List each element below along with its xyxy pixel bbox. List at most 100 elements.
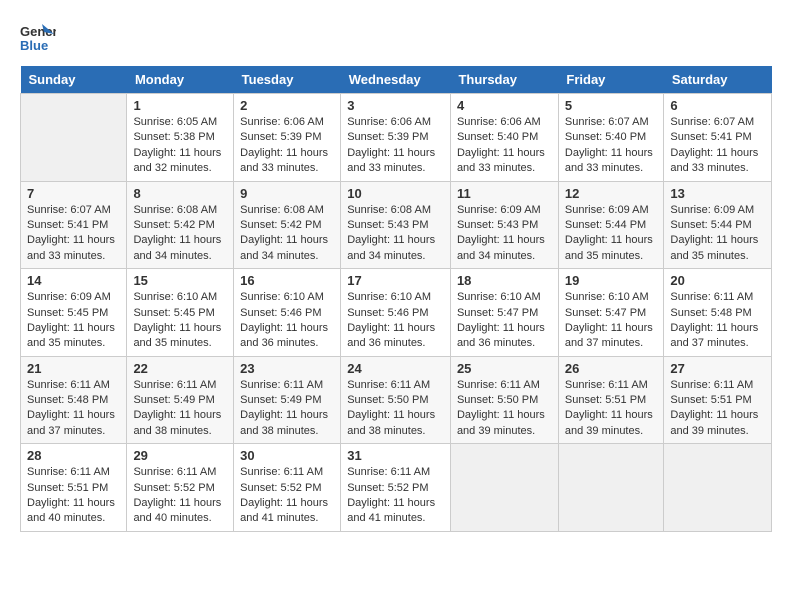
day-info: Sunrise: 6:10 AM Sunset: 5:46 PM Dayligh… [347,290,444,352]
calendar-cell: 20Sunrise: 6:11 AM Sunset: 5:48 PM Dayli… [664,269,772,357]
day-info: Sunrise: 6:08 AM Sunset: 5:42 PM Dayligh… [240,203,334,265]
calendar-cell: 22 Sunrise: 6:11 AM Sunset: 5:49 PM Dayli… [127,356,234,444]
day-info: Sunrise: 6:11 AM Sunset: 5:48 PM Dayligh… [27,378,120,440]
day-number: 23 [240,361,334,376]
day-info: Sunrise: 6:11 AM Sunset: 5:51 PM Dayligh… [27,465,120,527]
day-info: Sunrise: 6:08 AM Sunset: 5:42 PM Dayligh… [133,203,227,265]
calendar-header: SundayMondayTuesdayWednesdayThursdayFrid… [21,66,772,94]
calendar-cell [450,444,558,532]
header-day-saturday: Saturday [664,66,772,94]
calendar-cell: 9 Sunrise: 6:08 AM Sunset: 5:42 PM Daylig… [234,181,341,269]
header-day-wednesday: Wednesday [341,66,451,94]
calendar-cell: 27 Sunrise: 6:11 AM Sunset: 5:51 PM Dayli… [664,356,772,444]
calendar-cell: 18 Sunrise: 6:10 AM Sunset: 5:47 PM Dayli… [450,269,558,357]
day-info: Sunrise: 6:07 AM Sunset: 5:41 PM Dayligh… [670,115,765,177]
calendar-cell: 5 Sunrise: 6:07 AM Sunset: 5:40 PM Daylig… [558,94,664,182]
day-info: Sunrise: 6:05 AM Sunset: 5:38 PM Dayligh… [133,115,227,177]
svg-text:Blue: Blue [20,38,48,53]
day-number: 17 [347,273,444,288]
day-number: 27 [670,361,765,376]
day-number: 24 [347,361,444,376]
calendar-cell: 13Sunrise: 6:09 AM Sunset: 5:44 PM Dayli… [664,181,772,269]
day-info: Sunrise: 6:10 AM Sunset: 5:46 PM Dayligh… [240,290,334,352]
day-number: 18 [457,273,552,288]
day-number: 2 [240,98,334,113]
day-info: Sunrise: 6:11 AM Sunset: 5:49 PM Dayligh… [240,378,334,440]
day-number: 29 [133,448,227,463]
day-info: Sunrise: 6:06 AM Sunset: 5:39 PM Dayligh… [347,115,444,177]
calendar-cell: 6 Sunrise: 6:07 AM Sunset: 5:41 PM Daylig… [664,94,772,182]
day-info: Sunrise: 6:09 AM Sunset: 5:45 PM Dayligh… [27,290,120,352]
calendar-table: SundayMondayTuesdayWednesdayThursdayFrid… [20,66,772,532]
day-number: 12 [565,186,658,201]
calendar-cell: 30 Sunrise: 6:11 AM Sunset: 5:52 PM Dayli… [234,444,341,532]
day-number: 20 [670,273,765,288]
calendar-cell: 1Sunrise: 6:05 AM Sunset: 5:38 PM Daylig… [127,94,234,182]
day-number: 21 [27,361,120,376]
day-number: 10 [347,186,444,201]
calendar-week-4: 21 Sunrise: 6:11 AM Sunset: 5:48 PM Dayli… [21,356,772,444]
day-info: Sunrise: 6:11 AM Sunset: 5:52 PM Dayligh… [133,465,227,527]
calendar-cell: 12Sunrise: 6:09 AM Sunset: 5:44 PM Dayli… [558,181,664,269]
day-number: 14 [27,273,120,288]
calendar-cell: 10 Sunrise: 6:08 AM Sunset: 5:43 PM Dayli… [341,181,451,269]
logo-svg: GeneralBlue [20,20,56,56]
logo: GeneralBlue [20,20,56,56]
header-day-thursday: Thursday [450,66,558,94]
day-number: 9 [240,186,334,201]
calendar-cell [664,444,772,532]
day-info: Sunrise: 6:11 AM Sunset: 5:51 PM Dayligh… [670,378,765,440]
day-info: Sunrise: 6:06 AM Sunset: 5:39 PM Dayligh… [240,115,334,177]
day-number: 22 [133,361,227,376]
calendar-week-3: 14 Sunrise: 6:09 AM Sunset: 5:45 PM Dayli… [21,269,772,357]
header-day-friday: Friday [558,66,664,94]
day-info: Sunrise: 6:06 AM Sunset: 5:40 PM Dayligh… [457,115,552,177]
day-info: Sunrise: 6:11 AM Sunset: 5:51 PM Dayligh… [565,378,658,440]
day-number: 7 [27,186,120,201]
calendar-cell [558,444,664,532]
day-info: Sunrise: 6:07 AM Sunset: 5:40 PM Dayligh… [565,115,658,177]
day-number: 15 [133,273,227,288]
day-number: 26 [565,361,658,376]
day-number: 3 [347,98,444,113]
calendar-cell: 19 Sunrise: 6:10 AM Sunset: 5:47 PM Dayli… [558,269,664,357]
calendar-week-5: 28Sunrise: 6:11 AM Sunset: 5:51 PM Dayli… [21,444,772,532]
calendar-cell [21,94,127,182]
header-day-tuesday: Tuesday [234,66,341,94]
calendar-week-2: 7 Sunrise: 6:07 AM Sunset: 5:41 PM Daylig… [21,181,772,269]
day-number: 19 [565,273,658,288]
day-number: 6 [670,98,765,113]
day-number: 11 [457,186,552,201]
day-info: Sunrise: 6:11 AM Sunset: 5:49 PM Dayligh… [133,378,227,440]
calendar-cell: 21 Sunrise: 6:11 AM Sunset: 5:48 PM Dayli… [21,356,127,444]
day-info: Sunrise: 6:10 AM Sunset: 5:47 PM Dayligh… [457,290,552,352]
day-info: Sunrise: 6:11 AM Sunset: 5:52 PM Dayligh… [347,465,444,527]
day-info: Sunrise: 6:10 AM Sunset: 5:47 PM Dayligh… [565,290,658,352]
calendar-cell: 25Sunrise: 6:11 AM Sunset: 5:50 PM Dayli… [450,356,558,444]
calendar-cell: 26 Sunrise: 6:11 AM Sunset: 5:51 PM Dayli… [558,356,664,444]
calendar-cell: 29 Sunrise: 6:11 AM Sunset: 5:52 PM Dayli… [127,444,234,532]
header: GeneralBlue [20,20,772,56]
calendar-cell: 28Sunrise: 6:11 AM Sunset: 5:51 PM Dayli… [21,444,127,532]
day-number: 8 [133,186,227,201]
day-number: 31 [347,448,444,463]
day-number: 30 [240,448,334,463]
day-info: Sunrise: 6:09 AM Sunset: 5:44 PM Dayligh… [670,203,765,265]
calendar-body: 1Sunrise: 6:05 AM Sunset: 5:38 PM Daylig… [21,94,772,532]
day-info: Sunrise: 6:10 AM Sunset: 5:45 PM Dayligh… [133,290,227,352]
calendar-cell: 24 Sunrise: 6:11 AM Sunset: 5:50 PM Dayli… [341,356,451,444]
calendar-cell: 2 Sunrise: 6:06 AM Sunset: 5:39 PM Daylig… [234,94,341,182]
calendar-cell: 23 Sunrise: 6:11 AM Sunset: 5:49 PM Dayli… [234,356,341,444]
calendar-cell: 14 Sunrise: 6:09 AM Sunset: 5:45 PM Dayli… [21,269,127,357]
day-info: Sunrise: 6:11 AM Sunset: 5:50 PM Dayligh… [347,378,444,440]
day-info: Sunrise: 6:11 AM Sunset: 5:50 PM Dayligh… [457,378,552,440]
day-info: Sunrise: 6:11 AM Sunset: 5:52 PM Dayligh… [240,465,334,527]
calendar-cell: 15 Sunrise: 6:10 AM Sunset: 5:45 PM Dayli… [127,269,234,357]
calendar-cell: 7 Sunrise: 6:07 AM Sunset: 5:41 PM Daylig… [21,181,127,269]
calendar-cell: 3 Sunrise: 6:06 AM Sunset: 5:39 PM Daylig… [341,94,451,182]
calendar-cell: 16Sunrise: 6:10 AM Sunset: 5:46 PM Dayli… [234,269,341,357]
day-info: Sunrise: 6:08 AM Sunset: 5:43 PM Dayligh… [347,203,444,265]
day-info: Sunrise: 6:09 AM Sunset: 5:43 PM Dayligh… [457,203,552,265]
day-number: 5 [565,98,658,113]
day-info: Sunrise: 6:07 AM Sunset: 5:41 PM Dayligh… [27,203,120,265]
